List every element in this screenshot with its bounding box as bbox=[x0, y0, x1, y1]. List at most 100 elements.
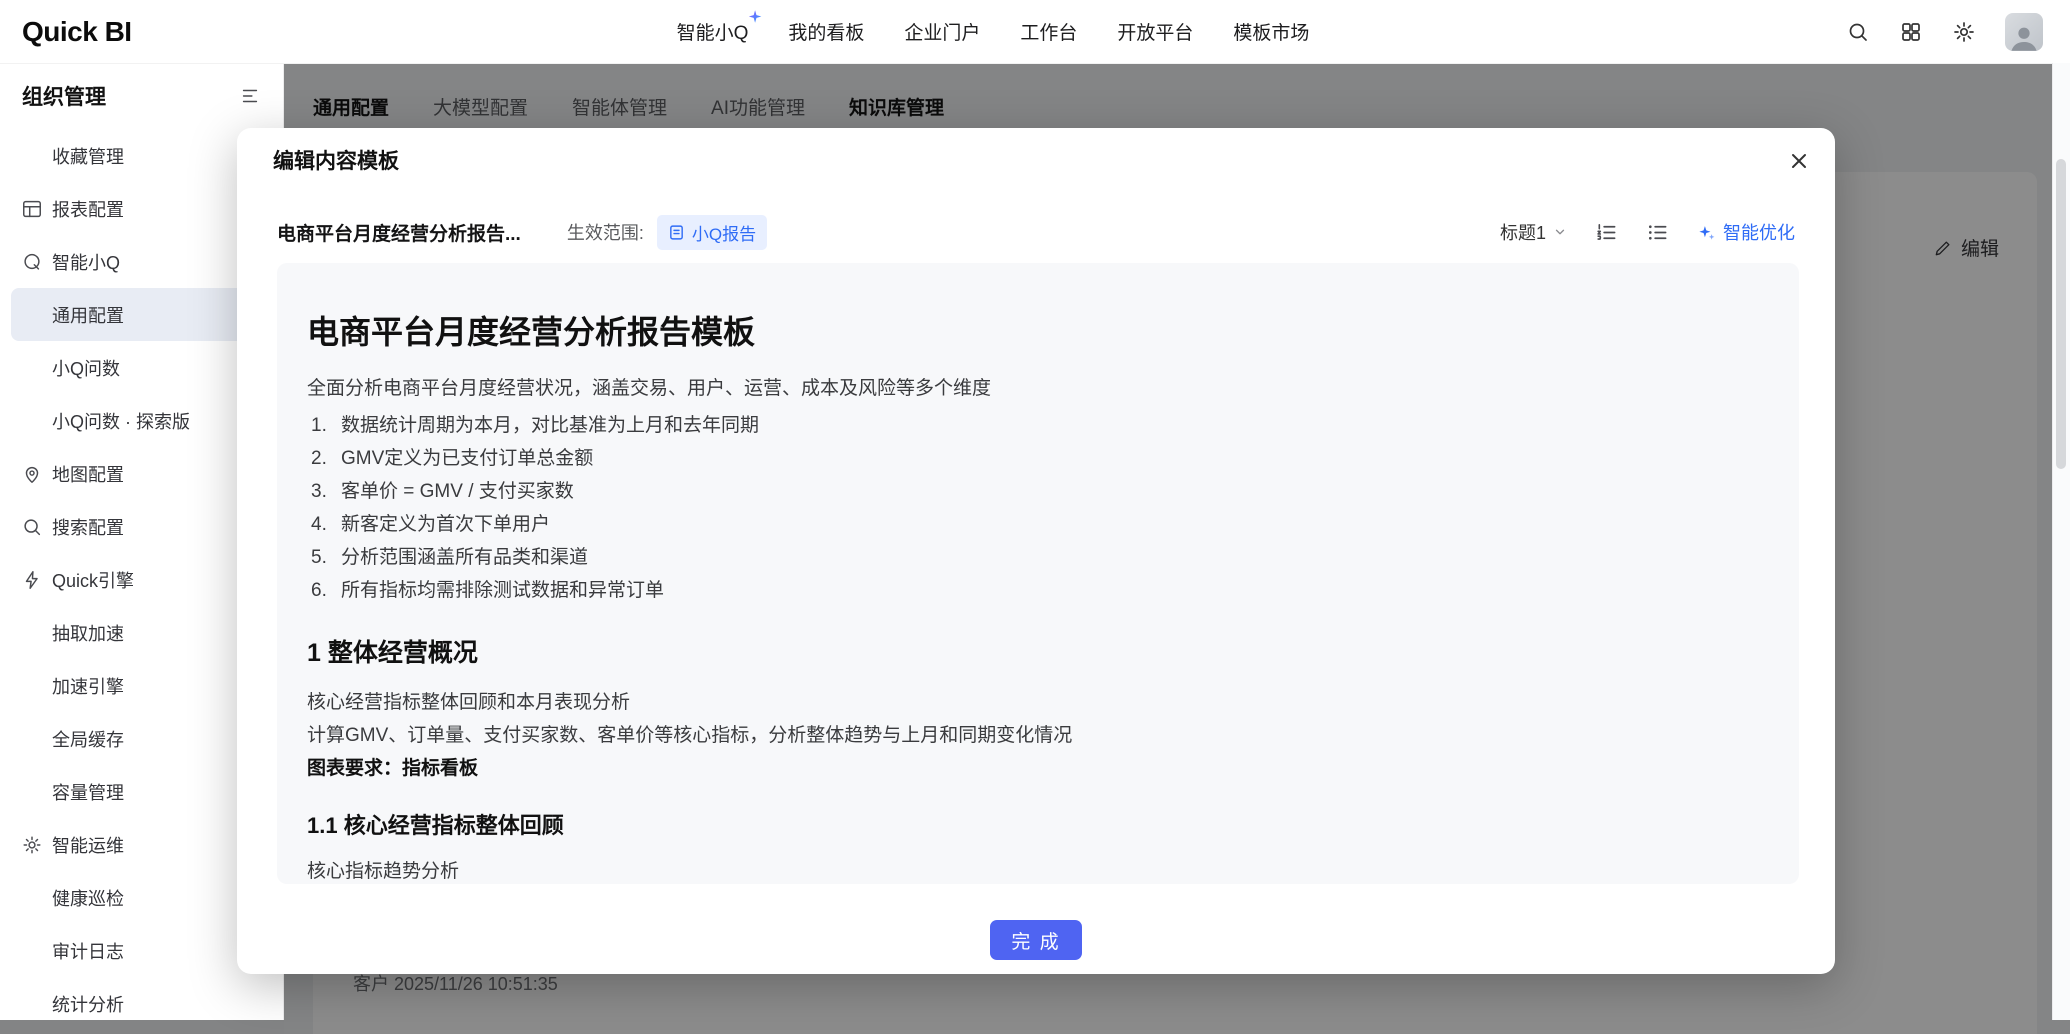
chart-req-value: 指标看板 bbox=[402, 758, 479, 779]
doc-p2: 计算GMV、订单量、支付买家数、客单价等核心指标，分析整体趋势与上月和同期变化情… bbox=[307, 725, 1073, 746]
sidebar-item-label: 审计日志 bbox=[52, 941, 124, 962]
ops-gear-icon bbox=[21, 834, 43, 856]
icon-slot bbox=[21, 304, 43, 326]
sidebar-item-label: 报表配置 bbox=[52, 199, 124, 220]
doc-rule: 分析范围涵盖所有品类和渠道 bbox=[341, 547, 589, 568]
sidebar-item-label: 小Q问数 · 探索版 bbox=[52, 411, 190, 432]
app-root: 通用配置 大模型配置 智能体管理 AI功能管理 知识库管理 编辑 客户 2025… bbox=[0, 0, 2070, 1034]
icon-slot bbox=[21, 993, 43, 1015]
toolbar-actions: 标题1 智能优化 bbox=[1500, 219, 1795, 245]
doc-rules-list: 数据统计周期为本月，对比基准为上月和去年同期 GMV定义为已支付订单总金额 客单… bbox=[307, 409, 1751, 607]
sidebar-item-q-ask[interactable]: 小Q问数 bbox=[11, 341, 272, 394]
sidebar-item-label: 收藏管理 bbox=[52, 146, 124, 167]
scope-tag[interactable]: 小Q报告 bbox=[656, 214, 768, 250]
collapse-sidebar-icon[interactable] bbox=[239, 85, 261, 107]
sidebar-item-label: 小Q问数 bbox=[52, 358, 121, 379]
top-navbar: Quick BI 智能小Q 我的看板 企业门户 工作台 开放平台 模板市场 bbox=[0, 0, 2070, 64]
nav-item-workspace[interactable]: 工作台 bbox=[1020, 18, 1077, 45]
icon-slot bbox=[21, 781, 43, 803]
doc-p3: 核心指标趋势分析 bbox=[307, 861, 460, 882]
gear-icon[interactable] bbox=[1952, 20, 1976, 44]
doc-rule: GMV定义为已支付订单总金额 bbox=[341, 448, 594, 469]
ordered-list-icon[interactable] bbox=[1595, 221, 1618, 244]
sidebar-item-favorites[interactable]: 收藏管理 bbox=[11, 129, 272, 182]
sidebar-item-label: 智能小Q bbox=[52, 252, 121, 273]
scrollbar-track[interactable] bbox=[2052, 63, 2070, 1020]
sidebar-item-audit-log[interactable]: 审计日志 bbox=[11, 924, 272, 977]
quickbi-logo[interactable]: Quick BI bbox=[22, 16, 132, 48]
sidebar-item-extract-acceleration[interactable]: 抽取加速 bbox=[11, 606, 272, 659]
avatar-person-icon bbox=[2011, 27, 2037, 51]
icon-slot bbox=[21, 410, 43, 432]
icon-slot bbox=[21, 622, 43, 644]
doc-rule: 数据统计周期为本月，对比基准为上月和去年同期 bbox=[341, 415, 760, 436]
nav-item-portal[interactable]: 企业门户 bbox=[904, 18, 980, 45]
nav-item-open-platform[interactable]: 开放平台 bbox=[1117, 18, 1193, 45]
smart-q-icon bbox=[21, 251, 43, 273]
sidebar-item-map-config[interactable]: 地图配置 bbox=[11, 447, 272, 500]
sidebar-item-general-config[interactable]: 通用配置 bbox=[11, 288, 272, 341]
sidebar-header: 组织管理 bbox=[0, 63, 283, 129]
scrollbar-thumb[interactable] bbox=[2056, 159, 2066, 469]
search-icon[interactable] bbox=[1846, 20, 1870, 44]
sidebar-item-global-cache[interactable]: 全局缓存 bbox=[11, 712, 272, 765]
sidebar-item-label: 统计分析 bbox=[52, 994, 124, 1015]
done-button[interactable]: 完 成 bbox=[990, 920, 1082, 960]
sidebar-item-label: 加速引擎 bbox=[52, 676, 124, 697]
sidebar-item-smart-ops[interactable]: 智能运维 bbox=[11, 818, 272, 871]
sidebar-item-label: 智能运维 bbox=[52, 835, 124, 856]
doc-h2: 1 整体经营概况 bbox=[307, 639, 478, 667]
sidebar-item-q-ask-explore[interactable]: 小Q问数 · 探索版 bbox=[11, 394, 272, 447]
sidebar-item-label: 通用配置 bbox=[52, 305, 124, 326]
sidebar-item-health-check[interactable]: 健康巡检 bbox=[11, 871, 272, 924]
sidebar-item-acceleration-engine[interactable]: 加速引擎 bbox=[11, 659, 272, 712]
sidebar-item-capacity[interactable]: 容量管理 bbox=[11, 765, 272, 818]
doc-rule: 新客定义为首次下单用户 bbox=[341, 514, 551, 535]
sidebar-item-search-config[interactable]: 搜索配置 bbox=[11, 500, 272, 553]
nav-item-smart-q[interactable]: 智能小Q bbox=[677, 10, 762, 45]
doc-rule: 客单价 = GMV / 支付买家数 bbox=[341, 481, 574, 502]
sidebar-item-smart-q[interactable]: 智能小Q bbox=[11, 235, 272, 288]
template-name: 电商平台月度经营分析报告... bbox=[277, 223, 521, 245]
nav-actions bbox=[1846, 12, 2043, 51]
icon-slot bbox=[21, 357, 43, 379]
sidebar-title: 组织管理 bbox=[22, 86, 106, 109]
doc-h3: 1.1 核心经营指标整体回顾 bbox=[307, 813, 564, 838]
sparkle-icon bbox=[748, 10, 762, 23]
doc-intro: 全面分析电商平台月度经营状况，涵盖交易、用户、运营、成本及风险等多个维度 bbox=[307, 378, 992, 399]
close-icon[interactable] bbox=[1787, 149, 1811, 173]
sidebar-item-label: 健康巡检 bbox=[52, 888, 124, 909]
heading-style-select[interactable]: 标题1 bbox=[1500, 219, 1567, 245]
nav-item-dashboards[interactable]: 我的看板 bbox=[788, 18, 864, 45]
doc-rule: 所有指标均需排除测试数据和异常订单 bbox=[341, 580, 665, 601]
modal-title: 编辑内容模板 bbox=[273, 150, 399, 173]
chart-req-label: 图表要求： bbox=[307, 758, 403, 779]
avatar[interactable] bbox=[2005, 12, 2043, 51]
doc-h1: 电商平台月度经营分析报告模板 bbox=[307, 314, 756, 350]
sidebar-item-quick-engine[interactable]: Quick引擎 bbox=[11, 553, 272, 606]
apps-grid-icon[interactable] bbox=[1899, 20, 1923, 44]
doc-p1: 核心经营指标整体回顾和本月表现分析 bbox=[307, 692, 631, 713]
heading-style-value: 标题1 bbox=[1499, 223, 1546, 243]
ai-optimize-button[interactable]: 智能优化 bbox=[1697, 219, 1795, 245]
edit-template-modal: 编辑内容模板 电商平台月度经营分析报告... 生效范围: 小Q报告 标题1 智能… bbox=[237, 128, 1835, 974]
sidebar-item-label: 全局缓存 bbox=[52, 729, 124, 750]
magic-sparkle-icon bbox=[1699, 225, 1715, 240]
report-icon bbox=[21, 198, 43, 220]
nav-menu: 智能小Q 我的看板 企业门户 工作台 开放平台 模板市场 bbox=[677, 10, 1309, 45]
sidebar-item-report-config[interactable]: 报表配置 bbox=[11, 182, 272, 235]
sidebar-item-label: 搜索配置 bbox=[52, 517, 124, 538]
scope-label: 生效范围: bbox=[566, 223, 644, 243]
sidebar-item-stats-analysis[interactable]: 统计分析 bbox=[11, 977, 272, 1030]
icon-slot bbox=[21, 675, 43, 697]
icon-slot bbox=[21, 145, 43, 167]
search-config-icon bbox=[21, 516, 43, 538]
bullet-list-icon[interactable] bbox=[1646, 221, 1669, 244]
nav-item-template-market[interactable]: 模板市场 bbox=[1233, 18, 1309, 45]
sidebar-item-label: 地图配置 bbox=[52, 464, 124, 485]
scope-tag-label: 小Q报告 bbox=[691, 224, 757, 244]
modal-toolbar: 电商平台月度经营分析报告... 生效范围: 小Q报告 标题1 智能优化 bbox=[277, 210, 1795, 254]
template-editor[interactable]: 电商平台月度经营分析报告模板 全面分析电商平台月度经营状况，涵盖交易、用户、运营… bbox=[277, 263, 1799, 884]
chevron-down-icon bbox=[1555, 229, 1565, 235]
ai-optimize-label: 智能优化 bbox=[1723, 223, 1795, 243]
